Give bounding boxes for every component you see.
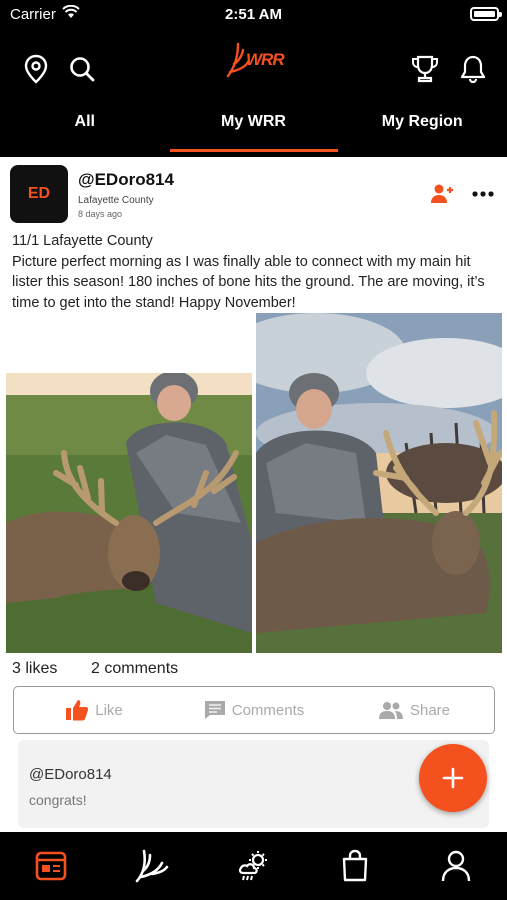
battery-icon (470, 7, 502, 21)
comment-icon (204, 701, 225, 719)
comments-button[interactable]: Comments (174, 700, 334, 720)
comments-label: Comments (231, 701, 305, 719)
search-icon[interactable] (66, 53, 98, 85)
post-time-ago: 8 days ago (78, 209, 123, 219)
comment-text: congrats! (29, 792, 87, 808)
clock: 2:51 AM (225, 6, 282, 23)
add-friend-icon[interactable] (430, 183, 454, 205)
add-post-button[interactable] (419, 744, 487, 812)
avatar[interactable]: ED (10, 165, 68, 223)
share-button[interactable]: Share (334, 701, 494, 719)
caption-body: Picture perfect morning as I was finally… (12, 253, 485, 311)
logo-text: WRR (246, 50, 285, 69)
like-label: Like (95, 701, 123, 719)
feed-icon (35, 851, 67, 881)
like-button[interactable]: Like (14, 699, 174, 721)
antler-icon (135, 849, 169, 883)
likes-count[interactable]: 3 likes (12, 660, 57, 678)
shopping-bag-icon (342, 849, 368, 882)
more-options-icon[interactable] (472, 191, 494, 197)
nav-antler[interactable] (101, 832, 202, 900)
post-caption: 11/1 Lafayette County Picture perfect mo… (12, 231, 492, 313)
feed-tabs: All My WRR My Region (0, 100, 507, 152)
post-username[interactable]: @EDoro814 (78, 170, 174, 190)
post-photo-1[interactable] (6, 373, 252, 653)
caption-title: 11/1 Lafayette County (12, 233, 153, 249)
people-icon (378, 702, 403, 719)
trophy-icon[interactable] (409, 53, 441, 85)
post-action-bar: Like Comments Share (13, 686, 495, 734)
tab-all[interactable]: All (0, 100, 170, 152)
feed-post: ED @EDoro814 Lafayette County 8 days ago… (0, 157, 507, 832)
location-pin-icon[interactable] (20, 53, 52, 85)
tab-my-wrr[interactable]: My WRR (169, 100, 338, 152)
share-label: Share (409, 701, 451, 719)
app-header: Carrier 2:51 AM WRR All My WRR My Region (0, 0, 507, 157)
wrr-logo: WRR (224, 40, 285, 80)
nav-weather[interactable] (203, 832, 304, 900)
profile-icon (442, 850, 471, 882)
plus-icon (442, 767, 464, 789)
tab-my-region[interactable]: My Region (338, 100, 507, 152)
status-bar: Carrier 2:51 AM (0, 0, 507, 30)
comment-card: @EDoro814 congrats! (18, 740, 489, 828)
comment-username[interactable]: @EDoro814 (29, 766, 112, 783)
post-photo-2[interactable] (256, 313, 502, 653)
bottom-nav (0, 832, 507, 900)
weather-icon (238, 851, 267, 881)
post-location: Lafayette County (78, 195, 154, 206)
thumbs-up-icon (66, 700, 89, 721)
nav-profile[interactable] (406, 832, 507, 900)
nav-feed[interactable] (0, 832, 101, 900)
bell-icon[interactable] (457, 53, 489, 85)
nav-shop[interactable] (304, 832, 405, 900)
comments-count[interactable]: 2 comments (91, 660, 178, 678)
post-photos (6, 313, 502, 653)
